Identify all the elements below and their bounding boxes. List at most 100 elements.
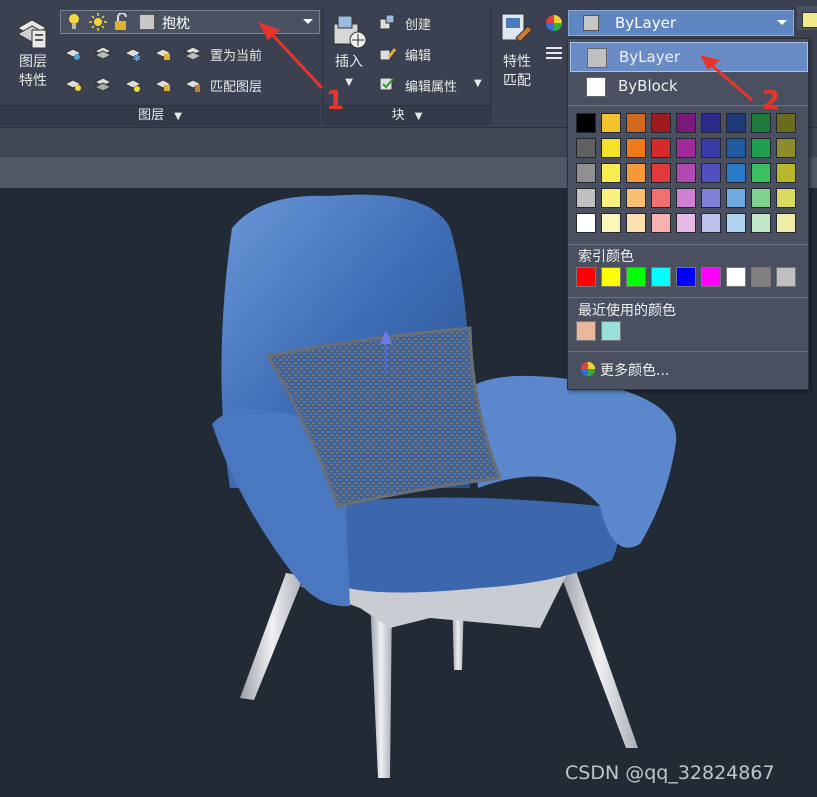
palette-color-swatch[interactable] (601, 113, 621, 133)
palette-color-swatch[interactable] (576, 138, 596, 158)
palette-color-swatch[interactable] (751, 163, 771, 183)
match-properties-button[interactable]: 特性 匹配 (494, 6, 540, 98)
layer-on-icon[interactable] (64, 75, 82, 93)
palette-color-swatch[interactable] (601, 138, 621, 158)
index-color-swatch[interactable] (651, 267, 671, 287)
palette-color-swatch[interactable] (726, 163, 746, 183)
palette-color-swatch[interactable] (651, 188, 671, 208)
layers-panel-footer[interactable]: 图层 ▼ (0, 105, 320, 126)
palette-color-swatch[interactable] (626, 213, 646, 233)
svg-text:✻: ✻ (133, 54, 141, 62)
set-current-layer-icon[interactable] (184, 44, 202, 62)
layer-off-icon[interactable] (64, 44, 82, 62)
palette-color-swatch[interactable] (701, 138, 721, 158)
palette-color-swatch[interactable] (701, 188, 721, 208)
panel-expand-icon: ▼ (414, 111, 423, 122)
palette-color-swatch[interactable] (676, 188, 696, 208)
palette-color-swatch[interactable] (776, 213, 796, 233)
palette-color-swatch[interactable] (576, 188, 596, 208)
panel-divider (490, 4, 491, 123)
palette-color-swatch[interactable] (726, 188, 746, 208)
insert-block-button[interactable]: 插入 ▼ (326, 6, 372, 98)
palette-color-swatch[interactable] (751, 113, 771, 133)
match-properties-icon (501, 13, 533, 43)
create-block-icon[interactable] (378, 13, 396, 31)
index-color-swatch[interactable] (726, 267, 746, 287)
divider (568, 244, 808, 245)
layer-unisolate-icon[interactable] (94, 75, 112, 93)
palette-color-swatch[interactable] (776, 113, 796, 133)
palette-color-swatch[interactable] (676, 213, 696, 233)
palette-color-swatch[interactable] (601, 213, 621, 233)
index-color-swatch[interactable] (626, 267, 646, 287)
palette-color-swatch[interactable] (576, 113, 596, 133)
color-dropdown[interactable]: ByLayer (568, 10, 794, 36)
palette-color-swatch[interactable] (776, 163, 796, 183)
palette-color-swatch[interactable] (701, 113, 721, 133)
palette-color-swatch[interactable] (651, 163, 671, 183)
palette-color-swatch[interactable] (651, 138, 671, 158)
edit-attributes-button[interactable]: 编辑属性 (405, 76, 457, 95)
index-color-swatch[interactable] (751, 267, 771, 287)
block-panel-footer[interactable]: 块 ▼ (324, 105, 490, 126)
layer-dropdown[interactable]: 抱枕 (60, 10, 320, 34)
block-panel-title: 块 (391, 108, 405, 123)
edit-attributes-chevron-icon[interactable]: ▼ (474, 78, 482, 89)
create-block-button[interactable]: 创建 (405, 14, 431, 33)
palette-color-swatch[interactable] (626, 113, 646, 133)
insert-block-label: 插入 (335, 54, 363, 70)
palette-color-swatch[interactable] (601, 188, 621, 208)
palette-color-swatch[interactable] (776, 138, 796, 158)
layer-properties-button[interactable]: 图层 特性 (8, 6, 54, 98)
index-color-swatch[interactable] (576, 267, 596, 287)
color-option-bylayer[interactable]: ByLayer (570, 42, 808, 72)
palette-color-swatch[interactable] (676, 113, 696, 133)
set-current-button[interactable]: 置为当前 (210, 45, 262, 64)
recent-color-swatch[interactable] (576, 321, 596, 341)
palette-color-swatch[interactable] (651, 213, 671, 233)
bylayer-swatch (587, 48, 607, 68)
layer-unlock-icon[interactable] (154, 75, 172, 93)
properties-panel-edge-swatch (802, 12, 817, 28)
palette-color-swatch[interactable] (626, 138, 646, 158)
palette-color-swatch[interactable] (676, 163, 696, 183)
annotation-marker-1: 1 (326, 86, 345, 116)
palette-color-swatch[interactable] (701, 213, 721, 233)
recent-colors-title: 最近使用的颜色 (578, 303, 676, 319)
palette-color-swatch[interactable] (726, 138, 746, 158)
palette-color-swatch[interactable] (626, 188, 646, 208)
layer-thaw-icon[interactable] (124, 75, 142, 93)
palette-color-swatch[interactable] (751, 188, 771, 208)
more-colors-button[interactable]: 更多颜色... (576, 359, 802, 381)
palette-color-swatch[interactable] (601, 163, 621, 183)
palette-color-swatch[interactable] (576, 163, 596, 183)
layer-lock-icon[interactable] (154, 44, 172, 62)
index-color-swatch[interactable] (776, 267, 796, 287)
match-layer-icon[interactable] (184, 75, 202, 93)
palette-color-swatch[interactable] (701, 163, 721, 183)
annotation-marker-2: 2 (762, 86, 781, 116)
recent-color-swatch[interactable] (601, 321, 621, 341)
chevron-down-icon (303, 19, 313, 24)
palette-color-swatch[interactable] (776, 188, 796, 208)
edit-block-button[interactable]: 编辑 (405, 45, 431, 64)
match-layer-button[interactable]: 匹配图层 (210, 76, 262, 95)
palette-color-swatch[interactable] (676, 138, 696, 158)
layer-dropdown-value: 抱枕 (162, 16, 190, 32)
index-color-swatch[interactable] (601, 267, 621, 287)
edit-attributes-icon[interactable] (378, 75, 396, 93)
palette-color-swatch[interactable] (726, 113, 746, 133)
palette-color-swatch[interactable] (726, 213, 746, 233)
chevron-down-icon (777, 20, 787, 25)
palette-color-swatch[interactable] (651, 113, 671, 133)
edit-block-icon[interactable] (378, 44, 396, 62)
palette-color-swatch[interactable] (751, 138, 771, 158)
palette-color-swatch[interactable] (751, 213, 771, 233)
palette-color-swatch[interactable] (626, 163, 646, 183)
index-color-swatch[interactable] (676, 267, 696, 287)
layer-isolate-icon[interactable] (94, 44, 112, 62)
palette-color-swatch[interactable] (576, 213, 596, 233)
divider (568, 351, 808, 352)
index-color-swatch[interactable] (701, 267, 721, 287)
layer-freeze-icon[interactable]: ✻ (124, 44, 142, 62)
